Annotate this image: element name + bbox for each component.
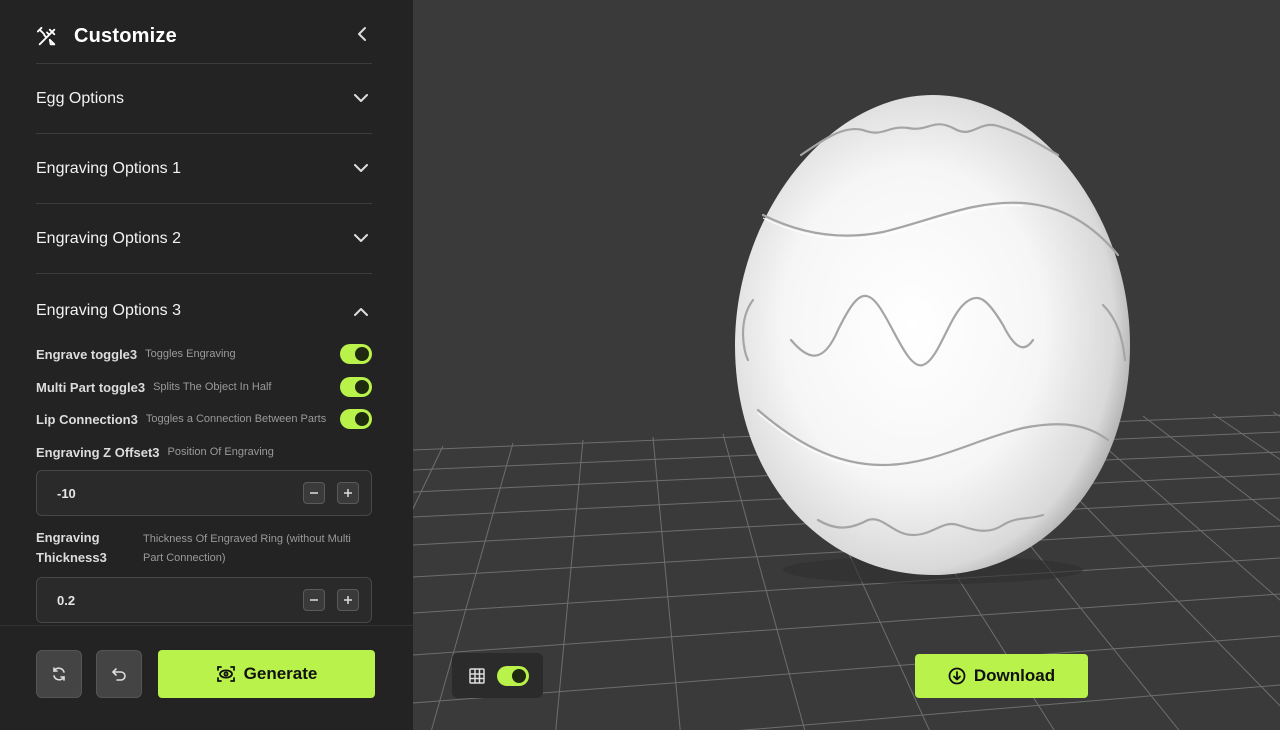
toggle-knob xyxy=(355,412,369,426)
egg-model[interactable] xyxy=(735,95,1130,575)
sidebar-header: Customize xyxy=(36,20,372,64)
minus-icon xyxy=(310,492,318,494)
option-engrave-toggle: Engrave toggle3 Toggles Engraving xyxy=(36,343,372,365)
undo-icon xyxy=(112,668,126,681)
multi-part-toggle-switch[interactable] xyxy=(340,377,372,397)
undo-button[interactable] xyxy=(96,650,142,698)
lip-connection-toggle-switch[interactable] xyxy=(340,409,372,429)
grid-icon xyxy=(469,667,485,684)
option-description: Position Of Engraving xyxy=(167,446,274,458)
thickness-value[interactable]: 0.2 xyxy=(57,593,303,608)
accordion-label: Egg Options xyxy=(36,89,125,107)
toggle-knob xyxy=(355,347,369,361)
z-offset-value[interactable]: -10 xyxy=(57,486,303,501)
collapse-sidebar-button[interactable] xyxy=(352,22,372,46)
chevron-down-icon xyxy=(352,90,370,108)
accordion-engraving-options-2[interactable]: Engraving Options 2 xyxy=(36,204,372,274)
reset-button[interactable] xyxy=(36,650,82,698)
3d-scene[interactable] xyxy=(413,0,1280,730)
chevron-down-icon xyxy=(352,230,370,248)
accordion-label: Engraving Options 2 xyxy=(36,229,181,247)
accordion-label: Engraving Options 3 xyxy=(36,302,181,319)
option-name: Engrave toggle3 xyxy=(36,346,138,362)
thickness-increment-button[interactable] xyxy=(337,589,359,611)
chevron-up-icon xyxy=(352,302,370,320)
accordion-engraving-options-1[interactable]: Engraving Options 1 xyxy=(36,134,372,204)
thickness-decrement-button[interactable] xyxy=(303,589,325,611)
option-z-offset: Engraving Z Offset3 Position Of Engravin… xyxy=(36,441,372,463)
generate-label: Generate xyxy=(243,664,318,683)
plus-icon xyxy=(344,596,352,604)
thickness-label: Engraving Thickness3 xyxy=(36,530,107,565)
accordion-egg-options[interactable]: Egg Options xyxy=(36,64,372,134)
accordion-label: Engraving Options 1 xyxy=(36,159,181,177)
refresh-icon xyxy=(53,667,65,681)
option-name: Multi Part toggle3 xyxy=(36,379,146,395)
option-description: Splits The Object In Half xyxy=(153,381,272,393)
download-label: Download xyxy=(973,666,1056,685)
plus-icon xyxy=(344,489,352,497)
grid-toggle-switch[interactable] xyxy=(497,666,529,686)
option-multi-part-toggle: Multi Part toggle3 Splits The Object In … xyxy=(36,376,372,398)
customize-tools-icon xyxy=(36,26,56,45)
generate-button[interactable]: Generate xyxy=(158,650,375,698)
generate-eye-icon xyxy=(216,666,235,682)
option-description: Toggles Engraving xyxy=(145,348,236,360)
option-name: Lip Connection3 xyxy=(36,411,138,427)
download-button[interactable]: Download xyxy=(915,654,1088,698)
customize-sidebar: Customize Egg Options Engraving Options … xyxy=(0,0,413,730)
z-offset-decrement-button[interactable] xyxy=(303,482,325,504)
engrave-toggle-switch[interactable] xyxy=(340,344,372,364)
toggle-knob xyxy=(355,380,369,394)
z-offset-input[interactable]: -10 xyxy=(36,470,372,516)
toggle-knob xyxy=(512,669,526,683)
option-name: Engraving Z Offset3 xyxy=(36,444,160,460)
download-icon xyxy=(948,667,966,685)
thickness-input[interactable]: 0.2 xyxy=(36,577,372,623)
3d-viewport[interactable] xyxy=(413,0,1280,730)
chevron-left-icon xyxy=(358,27,366,41)
thickness-description: Thickness Of Engraved Ring (without Mult… xyxy=(143,533,351,564)
minus-icon xyxy=(310,599,318,601)
z-offset-increment-button[interactable] xyxy=(337,482,359,504)
grid-control xyxy=(452,653,543,698)
chevron-down-icon xyxy=(352,160,370,178)
sidebar-title: Customize xyxy=(74,25,177,47)
option-description: Toggles a Connection Between Parts xyxy=(145,413,327,425)
accordion-engraving-options-3[interactable]: Engraving Options 3 xyxy=(36,276,372,346)
option-lip-connection: Lip Connection3 Toggles a Connection Bet… xyxy=(36,408,372,430)
